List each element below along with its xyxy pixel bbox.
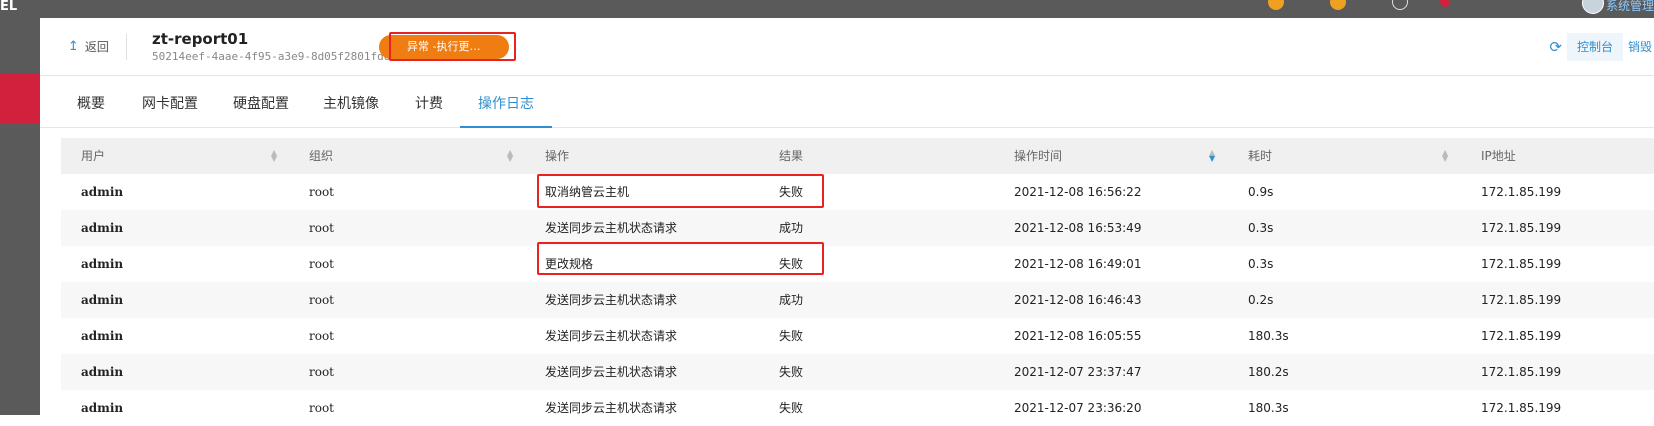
user-menu[interactable]: 系统管理	[1606, 0, 1654, 14]
table-row[interactable]: admin root 发送同步云主机状态请求 失败 2021-12-08 16:05:5…	[61, 318, 1654, 354]
help-icon[interactable]	[1392, 0, 1408, 10]
notification-icon[interactable]	[1268, 0, 1284, 10]
table-row[interactable]: admin root 发送同步云主机状态请求 失败 2021-12-07 23:36:2…	[61, 390, 1654, 426]
cell-operation: 发送同步云主机状态请求	[545, 401, 678, 415]
arrow-up-icon: ↥	[68, 39, 79, 54]
sort-icon[interactable]: ▲ ▼	[1442, 149, 1448, 163]
tab-operation-log[interactable]: 操作日志	[460, 86, 552, 128]
cell-time: 2021-12-08 16:56:22	[1014, 185, 1142, 199]
cell-operation: 发送同步云主机状态请求	[545, 221, 678, 235]
cell-operation: 发送同步云主机状态请求	[545, 329, 678, 343]
cell-result: 失败	[779, 365, 804, 379]
sidebar	[0, 18, 40, 415]
top-nav-bar: EL 系统管理	[0, 0, 1654, 18]
refresh-icon[interactable]: ⟳	[1549, 38, 1562, 56]
table-row[interactable]: admin root 发送同步云主机状态请求 成功 2021-12-08 16:53:4…	[61, 210, 1654, 246]
tab-disk-config[interactable]: 硬盘配置	[233, 86, 289, 128]
tab-overview[interactable]: 概要	[77, 86, 105, 128]
vm-uuid: 50214eef-4aae-4f95-a3e9-8d05f2801fdd	[152, 50, 391, 63]
flag-icon[interactable]	[1440, 0, 1450, 7]
back-label: 返回	[84, 40, 109, 54]
column-header-result: 结果	[779, 149, 804, 163]
cell-time: 2021-12-08 16:49:01	[1014, 257, 1142, 271]
cell-ip: 172.1.85.199	[1481, 221, 1562, 235]
cell-ip: 172.1.85.199	[1481, 401, 1562, 415]
cell-user: admin	[81, 365, 124, 379]
table-row[interactable]: admin root 发送同步云主机状态请求 成功 2021-12-08 16:46:4…	[61, 282, 1654, 318]
highlight-box	[537, 242, 824, 275]
cell-result: 失败	[779, 401, 804, 415]
column-header-time: 操作时间	[1014, 149, 1063, 163]
cell-org: root	[309, 329, 335, 343]
column-header-user: 用户	[81, 149, 106, 163]
vm-name: zt-report01	[152, 30, 249, 48]
cell-user: admin	[81, 293, 124, 307]
cell-result: 成功	[779, 293, 804, 307]
cell-ip: 172.1.85.199	[1481, 185, 1562, 199]
cell-org: root	[309, 293, 335, 307]
sidebar-item-active[interactable]	[0, 73, 40, 123]
operation-log-table: 用户 ▲ ▼ 组织 ▲ ▼ 操作 结果 操作时间 ▲ ▼ 耗时 ▲ ▼ IP地址 adm…	[61, 138, 1654, 426]
cell-org: root	[309, 401, 335, 415]
cell-time: 2021-12-07 23:37:47	[1014, 365, 1142, 379]
table-row[interactable]: admin root 发送同步云主机状态请求 失败 2021-12-07 23:37:4…	[61, 354, 1654, 390]
cell-ip: 172.1.85.199	[1481, 257, 1562, 271]
cell-duration: 0.3s	[1248, 257, 1274, 271]
sort-icon[interactable]: ▲ ▼	[507, 149, 513, 163]
table-header: 用户 ▲ ▼ 组织 ▲ ▼ 操作 结果 操作时间 ▲ ▼ 耗时 ▲ ▼ IP地址	[61, 138, 1654, 174]
cell-org: root	[309, 257, 335, 271]
cell-duration: 180.2s	[1248, 365, 1289, 379]
column-header-ip: IP地址	[1481, 149, 1516, 163]
cell-operation: 发送同步云主机状态请求	[545, 293, 678, 307]
cell-time: 2021-12-08 16:53:49	[1014, 221, 1142, 235]
cell-time: 2021-12-08 16:46:43	[1014, 293, 1142, 307]
table-body: admin root 取消纳管云主机 失败 2021-12-08 16:56:22 0.9…	[61, 174, 1654, 426]
tab-billing[interactable]: 计费	[415, 86, 443, 128]
cell-ip: 172.1.85.199	[1481, 365, 1562, 379]
cell-result: 失败	[779, 329, 804, 343]
cell-ip: 172.1.85.199	[1481, 329, 1562, 343]
tab-host-image[interactable]: 主机镜像	[323, 86, 379, 128]
table-row[interactable]: admin root 取消纳管云主机 失败 2021-12-08 16:56:22 0.9…	[61, 174, 1654, 210]
alert-icon[interactable]	[1330, 0, 1346, 10]
sort-icon[interactable]: ▲ ▼	[271, 149, 277, 163]
cell-duration: 0.9s	[1248, 185, 1274, 199]
cell-user: admin	[81, 401, 124, 415]
cell-duration: 0.3s	[1248, 221, 1274, 235]
status-badge: 异常 -执行更…	[379, 32, 516, 61]
detail-header: ↥ 返回 zt-report01 50214eef-4aae-4f95-a3e9…	[40, 18, 1654, 76]
cell-time: 2021-12-08 16:05:55	[1014, 329, 1142, 343]
cell-result: 成功	[779, 221, 804, 235]
tab-bar: 概要 网卡配置 硬盘配置 主机镜像 计费 操作日志	[40, 86, 1654, 128]
destroy-button[interactable]: 销毁	[1628, 33, 1654, 61]
cell-operation: 发送同步云主机状态请求	[545, 365, 678, 379]
table-row[interactable]: admin root 更改规格 失败 2021-12-08 16:49:01 0.3s 17…	[61, 246, 1654, 282]
avatar[interactable]	[1582, 0, 1604, 14]
tab-nic-config[interactable]: 网卡配置	[142, 86, 198, 128]
cell-time: 2021-12-07 23:36:20	[1014, 401, 1142, 415]
column-header-duration: 耗时	[1248, 149, 1273, 163]
highlight-box	[537, 174, 824, 208]
cell-user: admin	[81, 329, 124, 343]
divider	[126, 34, 127, 60]
sort-icon[interactable]: ▲ ▼	[1209, 149, 1215, 163]
cell-duration: 180.3s	[1248, 401, 1289, 415]
cell-org: root	[309, 365, 335, 379]
cell-org: root	[309, 221, 335, 235]
back-button[interactable]: ↥ 返回	[68, 38, 109, 55]
cell-org: root	[309, 185, 335, 199]
highlight-box	[389, 32, 516, 61]
cell-user: admin	[81, 221, 124, 235]
brand-logo: EL	[0, 0, 18, 14]
cell-duration: 0.2s	[1248, 293, 1274, 307]
column-header-org: 组织	[309, 149, 334, 163]
console-button[interactable]: 控制台	[1567, 33, 1623, 61]
cell-user: admin	[81, 257, 124, 271]
column-header-operation: 操作	[545, 149, 570, 163]
cell-user: admin	[81, 185, 124, 199]
cell-ip: 172.1.85.199	[1481, 293, 1562, 307]
cell-duration: 180.3s	[1248, 329, 1289, 343]
